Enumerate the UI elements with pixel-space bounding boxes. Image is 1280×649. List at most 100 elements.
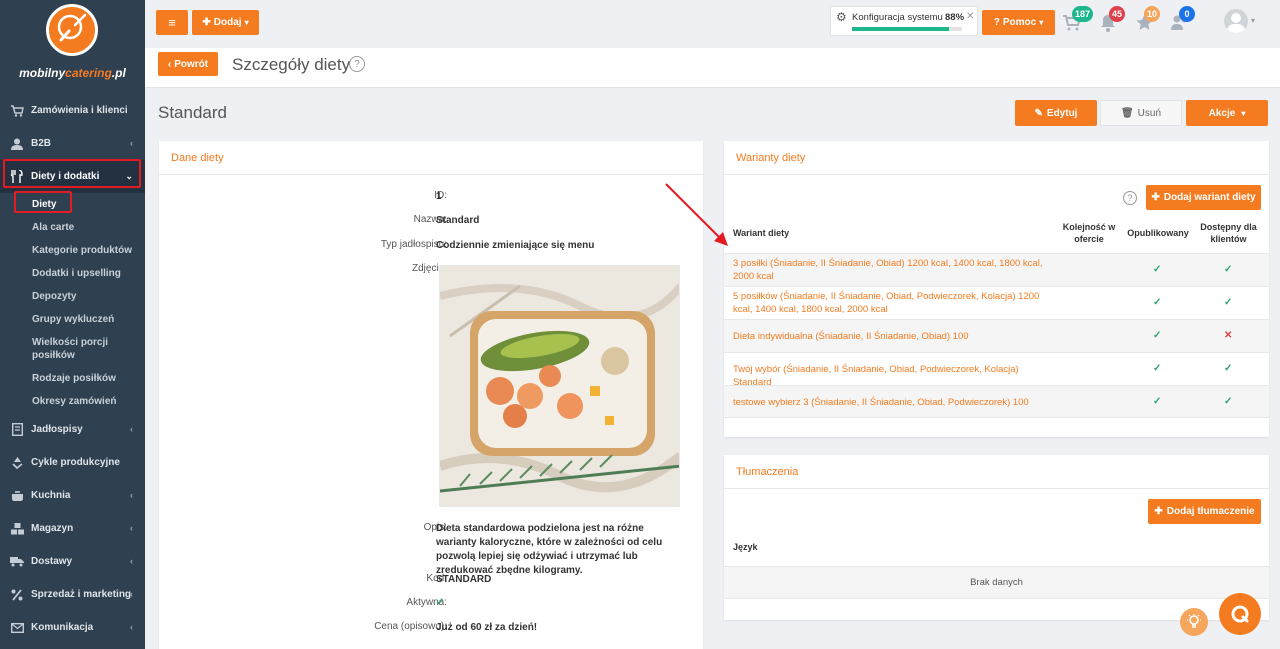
add-label: Dodaj [213, 17, 242, 28]
detail-value: 1 [436, 191, 442, 202]
title-bar: ‹ Powrót Szczegóły diety ? [145, 48, 1280, 88]
sidebar-item-production-cycles[interactable]: Cykle produkcyjne [0, 446, 145, 479]
chat-button[interactable] [1219, 593, 1261, 635]
delete-button[interactable]: 🗑 Usuń [1100, 100, 1182, 126]
diet-details-panel: Dane diety ID: 1 Nazwa: Standard Typ jad… [159, 141, 703, 649]
edit-icon: ✎ [1034, 107, 1043, 119]
sidebar-item-orders[interactable]: Zamówienia i klienci [0, 94, 145, 127]
add-translation-label: Dodaj tłumaczenie [1166, 506, 1255, 517]
edit-button[interactable]: ✎ Edytuj [1015, 100, 1097, 126]
avatar [1224, 9, 1248, 33]
user-icon [10, 137, 24, 151]
caret-down-icon: ▾ [1039, 18, 1044, 27]
chevron-left-icon: ‹ [130, 490, 133, 500]
close-icon[interactable]: ✕ [966, 11, 974, 22]
sidebar-item-label: Cykle produkcyjne [31, 457, 120, 468]
sidebar-item-label: Kuchnia [31, 490, 71, 501]
variant-link[interactable]: 3 posiłki (Śniadanie, II Śniadanie, Obia… [733, 257, 1048, 283]
users-notification[interactable]: 0 [1171, 6, 1195, 32]
add-translation-button[interactable]: ✚ Dodaj tłumaczenie [1148, 499, 1261, 524]
bell-badge: 45 [1109, 6, 1126, 22]
chevron-left-icon: ‹ [130, 523, 133, 533]
check-icon: ✓ [1153, 264, 1162, 275]
col-header-order[interactable]: Kolejność w ofercie [1059, 221, 1119, 245]
detail-value: Codziennie zmieniające się menu [436, 240, 595, 251]
chevron-left-icon: ‹ [130, 556, 133, 566]
add-variant-label: Dodaj wariant diety [1163, 192, 1256, 203]
caret-down-icon: ▾ [1241, 108, 1246, 118]
sidebar-item-sales-marketing[interactable]: Sprzedaż i marketing ‹ [0, 578, 145, 611]
cross-icon: ✕ [1224, 330, 1233, 341]
check-icon: ✓ [1153, 396, 1162, 407]
check-icon: ✓ [1153, 297, 1162, 308]
variant-link[interactable]: Dieta indywidualna (Śniadanie, II Śniada… [733, 330, 1048, 343]
help-circle-icon[interactable]: ? [349, 56, 365, 72]
help-button[interactable]: ? Pomoc ▾ [982, 10, 1055, 35]
sidebar-item-menus[interactable]: Jadłospisy ‹ [0, 413, 145, 446]
sidebar-subitem-addons[interactable]: Dodatki i upselling [0, 262, 145, 285]
hamburger-icon: ≡ [168, 15, 176, 30]
bell-notification[interactable]: 45 [1100, 6, 1126, 32]
edit-label: Edytuj [1046, 107, 1078, 119]
cart-badge: 187 [1072, 6, 1094, 22]
sidebar-item-kitchen[interactable]: Kuchnia ‹ [0, 479, 145, 512]
sidebar-submenu: Diety Ala carte Kategorie produktów Doda… [0, 193, 145, 413]
actions-dropdown-button[interactable]: Akcje ▾ [1186, 100, 1268, 126]
system-config-widget[interactable]: ⚙ Konfiguracja systemu 88% ✕ [830, 6, 978, 36]
config-progress-fill [852, 27, 949, 31]
chevron-left-icon: ‹ [130, 589, 133, 599]
col-header-variant[interactable]: Wariant diety [733, 227, 789, 239]
percent-icon [10, 588, 24, 602]
sidebar-item-communication[interactable]: Komunikacja ‹ [0, 611, 145, 644]
sidebar-item-b2b[interactable]: B2B ‹ [0, 127, 145, 160]
help-circle-icon[interactable]: ? [1123, 191, 1137, 205]
sidebar-subitem-meal-types[interactable]: Rodzaje posiłków [0, 367, 145, 390]
variant-link[interactable]: 5 posiłków (Śniadanie, II Śniadanie, Obi… [733, 290, 1048, 316]
boxes-icon [10, 522, 24, 536]
sidebar-item-label: Dostawy [31, 556, 73, 567]
plus-icon: ✚ [202, 17, 211, 28]
check-icon: ✓ [1224, 363, 1233, 374]
sidebar-item-label: B2B [31, 138, 52, 149]
add-variant-button[interactable]: ✚ Dodaj wariant diety [1146, 185, 1261, 210]
detail-value: Standard [436, 215, 480, 226]
add-dropdown-button[interactable]: ✚ Dodaj ▾ [192, 10, 259, 35]
plus-icon: ✚ [1151, 192, 1160, 203]
cart-notification[interactable]: 187 [1063, 6, 1094, 32]
user-menu[interactable]: ▾ [1224, 9, 1256, 37]
chevron-left-icon: ‹ [130, 138, 133, 148]
tips-button[interactable] [1180, 608, 1208, 636]
sidebar-subitem-ala-carte[interactable]: Ala carte [0, 216, 145, 239]
cart-icon [10, 104, 24, 118]
users-badge: 0 [1179, 6, 1195, 22]
check-icon: ✓ [1153, 363, 1162, 374]
logo[interactable]: mobilnycatering.pl [0, 0, 145, 92]
diet-heading: Standard [158, 103, 227, 122]
back-button[interactable]: ‹ Powrót [158, 52, 218, 76]
chevron-left-icon: ‹ [130, 622, 133, 632]
help-label: Pomoc [1002, 17, 1037, 28]
highlight-diets-submenu [14, 191, 72, 213]
star-notification[interactable]: 10 [1136, 6, 1161, 32]
logo-text: mobilnycatering.pl [19, 66, 126, 80]
col-header-published[interactable]: Opublikowany [1124, 227, 1192, 239]
recycle-icon [10, 456, 24, 470]
check-icon: ✓ [1224, 297, 1233, 308]
sidebar-subitem-product-categories[interactable]: Kategorie produktów [0, 239, 145, 262]
truck-icon [10, 555, 24, 569]
sidebar-subitem-portion-sizes[interactable]: Wielkości porcji posiłków [0, 331, 145, 367]
sidebar-item-warehouse[interactable]: Magazyn ‹ [0, 512, 145, 545]
sidebar-subitem-order-periods[interactable]: Okresy zamówień [0, 390, 145, 413]
sidebar-subitem-exclusion-groups[interactable]: Grupy wykluczeń [0, 308, 145, 331]
star-badge: 10 [1144, 6, 1161, 22]
config-progress-track [852, 27, 962, 31]
check-icon: ✓ [1153, 330, 1162, 341]
chevron-left-icon: ‹ [130, 424, 133, 434]
sidebar-subitem-deposits[interactable]: Depozyty [0, 285, 145, 308]
menu-toggle-button[interactable]: ≡ [156, 10, 188, 35]
sidebar-item-deliveries[interactable]: Dostawy ‹ [0, 545, 145, 578]
col-header-language[interactable]: Język [733, 541, 758, 553]
detail-value: STANDARD [436, 574, 492, 585]
variant-link[interactable]: testowe wybierz 3 (Śniadanie, II Śniadan… [733, 396, 1048, 409]
col-header-available[interactable]: Dostępny dla klientów [1196, 221, 1261, 245]
